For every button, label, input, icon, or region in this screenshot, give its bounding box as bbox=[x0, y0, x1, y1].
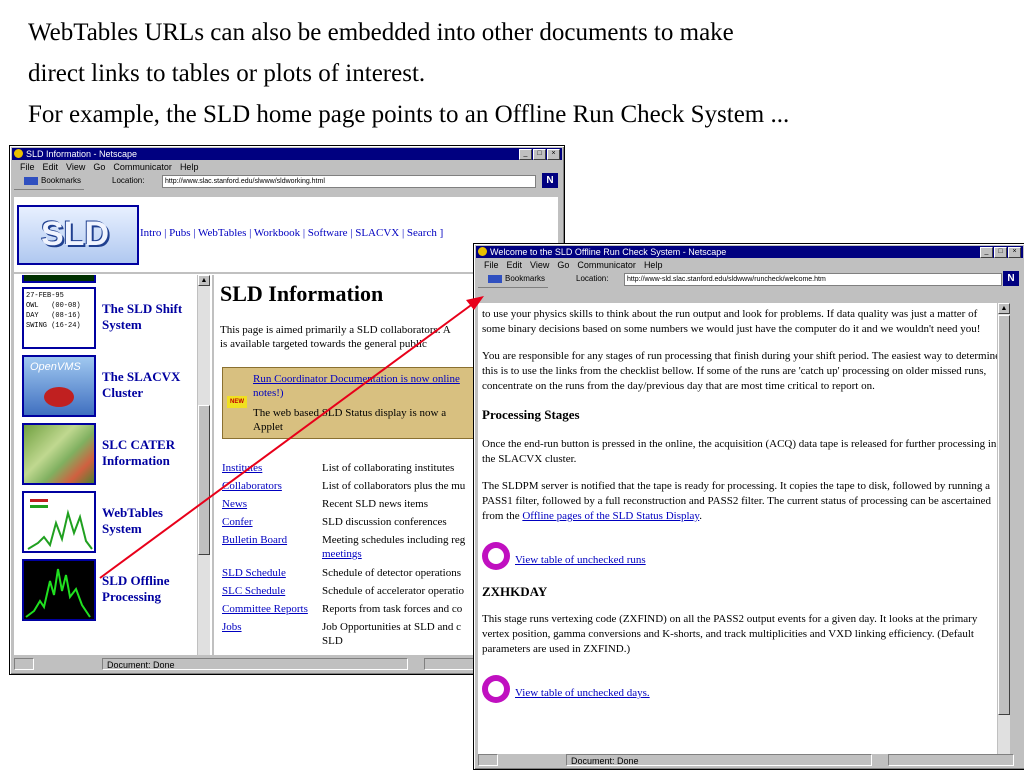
window-titlebar[interactable]: Welcome to the SLD Offline Run Check Sys… bbox=[476, 246, 1023, 258]
security-icon[interactable] bbox=[14, 658, 34, 670]
view-unchecked-runs-link[interactable]: View table of unchecked runs bbox=[515, 554, 646, 566]
sidebar-item-offline[interactable]: SLD Offline Processing bbox=[22, 559, 207, 621]
sidebar-label-offline: SLD Offline Processing bbox=[102, 573, 170, 604]
menu-communicator[interactable]: Communicator bbox=[113, 161, 172, 173]
sidebar-item-shift[interactable]: 27-FEB-95 OWL (00-08) DAY (08-16) SWING … bbox=[22, 287, 207, 349]
security-icon[interactable] bbox=[478, 754, 498, 766]
menu-view[interactable]: View bbox=[530, 259, 549, 271]
intro-text: This page is aimed primarily a SLD colla… bbox=[220, 324, 451, 350]
slide-line-3: For example, the SLD home page points to… bbox=[28, 101, 790, 128]
news-status-display[interactable]: The web based SLD Status display is now … bbox=[253, 406, 446, 420]
webtables-plot-icon bbox=[27, 499, 93, 550]
menu-help[interactable]: Help bbox=[644, 259, 663, 271]
page-heading: SLD Information bbox=[220, 281, 384, 306]
location-toolbar: Bookmarks Location: http://www-sld.slac.… bbox=[478, 271, 1021, 286]
minimize-button[interactable]: _ bbox=[519, 149, 532, 160]
location-toolbar: Bookmarks Location: http://www.slac.stan… bbox=[14, 173, 560, 188]
heading-processing-stages: Processing Stages bbox=[482, 407, 580, 422]
cater-thumbnail bbox=[22, 423, 96, 485]
news-link-run-coordinator[interactable]: Run Coordinator Documentation is now onl… bbox=[253, 372, 460, 386]
nav-links[interactable]: Intro | Pubs | WebTables | Workbook | So… bbox=[140, 227, 443, 239]
netscape-icon bbox=[478, 247, 487, 256]
menu-view[interactable]: View bbox=[66, 161, 85, 173]
heading-zxhkday: ZXHKDAY bbox=[482, 584, 548, 599]
menu-bar: File Edit View Go Communicator Help bbox=[478, 259, 662, 271]
menu-file[interactable]: File bbox=[20, 161, 35, 173]
status-text: Document: Done bbox=[102, 658, 408, 670]
netscape-logo-icon: N bbox=[1003, 271, 1019, 286]
location-input[interactable]: http://www-sld.slac.stanford.edu/sldwww/… bbox=[624, 273, 1002, 286]
sidebar-item-slacvx[interactable]: OpenVMS The SLACVX Cluster bbox=[22, 355, 207, 417]
menu-go[interactable]: Go bbox=[557, 259, 569, 271]
bookmarks-icon bbox=[24, 176, 38, 185]
bookmarks-icon bbox=[488, 274, 502, 283]
minimize-button[interactable]: _ bbox=[980, 247, 993, 258]
menu-help[interactable]: Help bbox=[180, 161, 199, 173]
new-badge-icon: NEW bbox=[227, 396, 247, 408]
sidebar-frame: 27-FEB-95 OWL (00-08) DAY (08-16) SWING … bbox=[14, 275, 210, 655]
location-label: Location: bbox=[112, 176, 145, 185]
openvms-thumbnail: OpenVMS bbox=[22, 355, 96, 417]
maximize-button[interactable]: □ bbox=[533, 149, 546, 160]
close-button[interactable]: × bbox=[547, 149, 560, 160]
shift-thumbnail: 27-FEB-95 OWL (00-08) DAY (08-16) SWING … bbox=[22, 287, 96, 349]
status-text: Document: Done bbox=[566, 754, 872, 766]
menu-go[interactable]: Go bbox=[93, 161, 105, 173]
sld-logo[interactable]: SLD bbox=[17, 205, 139, 265]
slide-text: WebTables URLs can also be embedded into… bbox=[28, 12, 789, 135]
toolbar-tab bbox=[478, 287, 548, 294]
scroll-thumb[interactable] bbox=[198, 405, 210, 555]
run-check-window: Welcome to the SLD Offline Run Check Sys… bbox=[473, 243, 1024, 770]
sidebar-scrollbar[interactable]: ▲ bbox=[197, 275, 210, 655]
menu-edit[interactable]: Edit bbox=[507, 259, 523, 271]
menu-file[interactable]: File bbox=[484, 259, 499, 271]
toolbar-tab bbox=[14, 189, 84, 196]
status-bar: Document: Done bbox=[478, 754, 1021, 766]
location-label: Location: bbox=[576, 274, 609, 283]
paragraph-responsibility: You are responsible for any stages of ru… bbox=[482, 350, 1001, 392]
menu-edit[interactable]: Edit bbox=[43, 161, 59, 173]
page-content: to use your physics skills to think abou… bbox=[478, 303, 1010, 754]
sidebar-item-webtables[interactable]: WebTables System bbox=[22, 491, 207, 553]
slide-line-2: direct links to tables or plots of inter… bbox=[28, 60, 426, 87]
vms-badge-icon bbox=[44, 387, 74, 407]
window-title: Welcome to the SLD Offline Run Check Sys… bbox=[490, 247, 727, 257]
sidebar-label-slacvx: The SLACVX Cluster bbox=[102, 369, 181, 400]
sidebar-label-shift: The SLD Shift System bbox=[102, 301, 183, 332]
paragraph-sldpm: The SLDPM server is notified that the ta… bbox=[482, 480, 992, 522]
sidebar-label-webtables: WebTables System bbox=[102, 505, 163, 536]
offline-pages-link[interactable]: Offline pages of the SLD Status Display bbox=[522, 510, 699, 522]
bookmarks-button[interactable]: Bookmarks bbox=[24, 174, 81, 188]
window-title: SLD Information - Netscape bbox=[26, 149, 138, 159]
sidebar-top-thumb bbox=[22, 275, 96, 283]
offline-thumbnail bbox=[22, 559, 96, 621]
location-input[interactable]: http://www.slac.stanford.edu/slwww/sldwo… bbox=[162, 175, 536, 188]
window-titlebar[interactable]: SLD Information - Netscape _ □ × bbox=[12, 148, 562, 160]
scroll-up-arrow[interactable]: ▲ bbox=[198, 275, 210, 286]
paragraph-intro: to use your physics skills to think abou… bbox=[482, 308, 981, 335]
sidebar-item-cater[interactable]: SLC CATER Information bbox=[22, 423, 207, 485]
scroll-thumb[interactable] bbox=[998, 315, 1010, 715]
content-scrollbar[interactable]: ▲ bbox=[997, 303, 1010, 754]
paragraph-acq: Once the end-run button is pressed in th… bbox=[482, 438, 997, 465]
maximize-button[interactable]: □ bbox=[994, 247, 1007, 258]
status-icons bbox=[888, 754, 1014, 766]
close-button[interactable]: × bbox=[1008, 247, 1021, 258]
scroll-up-arrow[interactable]: ▲ bbox=[998, 303, 1010, 314]
view-unchecked-days-link[interactable]: View table of unchecked days. bbox=[515, 687, 650, 699]
unchecked-days-row[interactable]: View table of unchecked days. bbox=[482, 673, 1002, 703]
bookmarks-button[interactable]: Bookmarks bbox=[488, 272, 545, 286]
arrow-icon-inner bbox=[488, 548, 504, 564]
netscape-logo-icon: N bbox=[542, 173, 558, 188]
offline-plot-icon bbox=[25, 568, 91, 618]
unchecked-runs-row[interactable]: View table of unchecked runs bbox=[482, 540, 1002, 570]
menu-communicator[interactable]: Communicator bbox=[577, 259, 636, 271]
webtables-thumbnail bbox=[22, 491, 96, 553]
paragraph-zxhkday: This stage runs vertexing code (ZXFIND) … bbox=[482, 613, 978, 655]
netscape-icon bbox=[14, 149, 23, 158]
sidebar-label-cater: SLC CATER Information bbox=[102, 437, 176, 468]
slide-line-1: WebTables URLs can also be embedded into… bbox=[28, 19, 734, 46]
menu-bar: File Edit View Go Communicator Help bbox=[14, 161, 198, 173]
arrow-icon-inner bbox=[488, 681, 504, 697]
